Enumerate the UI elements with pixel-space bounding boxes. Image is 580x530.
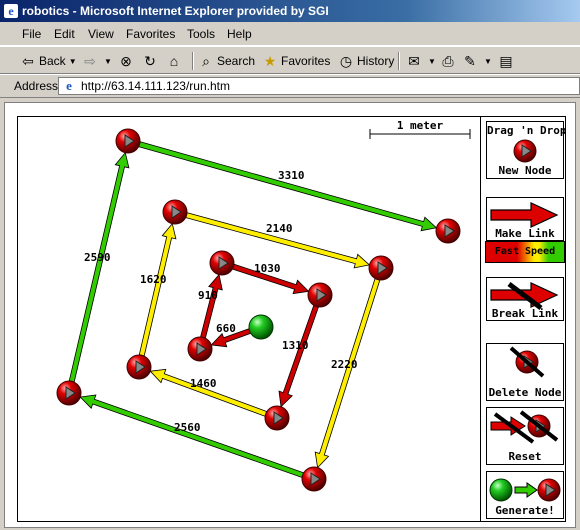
page-icon: e [66, 78, 72, 93]
link-label: 1460 [190, 377, 217, 390]
page-content: 3310 2590 2560 2140 1620 2220 1460 1030 … [4, 102, 576, 528]
address-bar: Address e http://63.14.111.123/run.htm [0, 74, 580, 98]
discuss-icon: ▤ [499, 53, 513, 69]
menu-edit[interactable]: Edit [54, 27, 75, 41]
link-label: 2140 [266, 222, 293, 235]
refresh-button[interactable]: ↻ [142, 51, 161, 71]
delete-node-tool[interactable]: Delete Node [486, 343, 564, 401]
stop-button[interactable]: ⊗ [118, 51, 137, 71]
tool-panel-divider [480, 117, 481, 521]
search-icon: ⌕ [202, 53, 210, 69]
link-label: 660 [216, 322, 236, 335]
robot-node[interactable] [264, 405, 290, 431]
mail-icon: ✉ [408, 53, 420, 69]
robot-node[interactable] [209, 250, 235, 276]
chevron-down-icon[interactable]: ▼ [484, 57, 492, 66]
link-label: 3310 [278, 169, 305, 182]
arrow-icon [490, 202, 559, 228]
link-label: 2220 [331, 358, 358, 371]
robot-node[interactable] [162, 199, 188, 225]
link-arrow[interactable] [68, 151, 130, 383]
refresh-icon: ↻ [144, 53, 156, 69]
standard-toolbar: ⇦ Back ▼ ⇨ ▼ ⊗ ↻ ⌂ ⌕ Search ★ Favorites … [0, 46, 580, 74]
break-link-icon [490, 282, 559, 310]
search-button[interactable]: ⌕ Search [198, 51, 255, 71]
robot-node[interactable] [126, 354, 152, 380]
address-input[interactable]: e http://63.14.111.123/run.htm [58, 77, 580, 95]
print-button[interactable]: ⎙ [440, 51, 459, 71]
link-arrow[interactable] [138, 222, 177, 357]
print-icon: ⎙ [442, 53, 454, 69]
menu-help[interactable]: Help [227, 27, 252, 41]
link-label: 1030 [254, 262, 281, 275]
edit-icon: ✎ [464, 53, 476, 69]
ie-logo-icon: e [4, 4, 18, 18]
favorites-button[interactable]: ★ Favorites [262, 51, 331, 71]
link-label: 2590 [84, 251, 111, 264]
menu-bar: File Edit View Favorites Tools Help [0, 23, 580, 46]
forward-button[interactable]: ⇨ ▼ [82, 51, 112, 71]
chevron-down-icon[interactable]: ▼ [104, 57, 112, 66]
path-canvas[interactable]: 3310 2590 2560 2140 1620 2220 1460 1030 … [18, 117, 567, 523]
robotics-applet[interactable]: 3310 2590 2560 2140 1620 2220 1460 1030 … [17, 116, 566, 522]
favorites-icon: ★ [263, 53, 277, 69]
link-arrow[interactable] [314, 278, 381, 469]
menu-file[interactable]: File [22, 27, 41, 41]
new-node-tool[interactable]: Drag 'n Drop New Node [486, 121, 566, 179]
robot-node[interactable] [368, 255, 394, 281]
link-arrow[interactable] [278, 304, 319, 408]
menu-view[interactable]: View [88, 27, 114, 41]
robot-node[interactable] [307, 282, 333, 308]
robot-node[interactable] [187, 336, 213, 362]
toolbar-separator [192, 52, 193, 70]
speed-selector[interactable]: Fast Speed [485, 241, 565, 263]
discuss-button[interactable]: ▤ [498, 51, 517, 71]
mail-button[interactable]: ✉ ▼ [406, 51, 436, 71]
home-button[interactable]: ⌂ [166, 51, 185, 71]
link-label: 2560 [174, 421, 201, 434]
reset-icon [490, 410, 559, 444]
window-title-bar: e robotics - Microsoft Internet Explorer… [0, 0, 580, 22]
link-label: 1310 [282, 339, 309, 352]
link-label: 1620 [140, 273, 167, 286]
delete-node-icon [509, 346, 545, 378]
back-button[interactable]: ⇦ Back ▼ [20, 51, 77, 71]
chevron-down-icon[interactable]: ▼ [428, 57, 436, 66]
forward-arrow-icon: ⇨ [84, 53, 96, 69]
make-link-tool[interactable]: Make Link [486, 197, 564, 241]
history-icon: ◷ [339, 53, 353, 69]
toolbar-separator [398, 52, 399, 70]
link-arrow[interactable] [79, 394, 305, 478]
chevron-down-icon[interactable]: ▼ [69, 57, 77, 66]
robot-node[interactable] [435, 218, 461, 244]
menu-tools[interactable]: Tools [187, 27, 215, 41]
address-url[interactable]: http://63.14.111.123/run.htm [81, 79, 230, 93]
robot-node[interactable] [115, 128, 141, 154]
history-button[interactable]: ◷ History [338, 51, 394, 71]
start-node[interactable] [248, 314, 274, 340]
generate-tool[interactable]: Generate! [486, 471, 564, 519]
break-link-tool[interactable]: Break Link [486, 277, 564, 321]
back-arrow-icon: ⇦ [22, 53, 34, 69]
robot-node[interactable] [301, 466, 327, 492]
reset-tool[interactable]: Reset [486, 407, 564, 465]
address-label: Address [14, 79, 59, 93]
node-icon [513, 139, 537, 163]
menu-favorites[interactable]: Favorites [126, 27, 175, 41]
scale-label: 1 meter [396, 119, 444, 132]
robot-node[interactable] [56, 380, 82, 406]
generate-icon [489, 478, 561, 502]
window-title: robotics - Microsoft Internet Explorer p… [22, 4, 329, 18]
link-label: 910 [198, 289, 218, 302]
home-icon: ⌂ [169, 53, 179, 69]
stop-icon: ⊗ [120, 53, 132, 69]
links-layer [68, 141, 438, 478]
edit-button[interactable]: ✎ ▼ [462, 51, 492, 71]
